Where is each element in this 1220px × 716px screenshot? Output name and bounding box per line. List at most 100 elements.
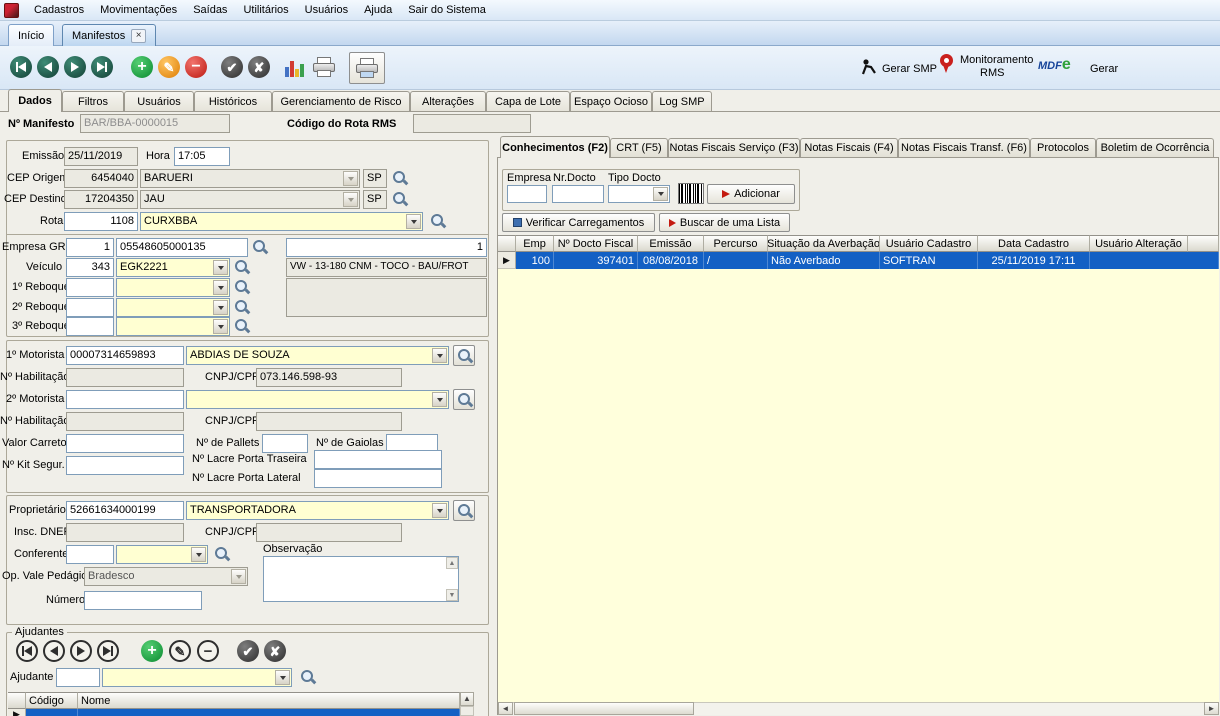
tab-espaco-ocioso[interactable]: Espaço Ocioso (570, 91, 652, 111)
ajudante-edit-button[interactable]: ✎ (169, 640, 191, 662)
reboque2-combo[interactable] (116, 298, 230, 317)
proprietario-codigo-field[interactable]: 52661634000199 (66, 501, 184, 520)
menu-item-cadastros[interactable]: Cadastros (26, 1, 92, 19)
ajudante-codigo-field[interactable] (56, 668, 100, 687)
menu-item-usuarios[interactable]: Usuários (297, 1, 356, 19)
proprietario-combo[interactable]: TRANSPORTADORA (186, 501, 449, 520)
lacre-lateral-field[interactable] (314, 469, 442, 488)
chevron-down-icon[interactable] (213, 300, 228, 315)
menu-item-sair[interactable]: Sair do Sistema (400, 1, 494, 19)
tab-inicio[interactable]: Início (8, 24, 55, 46)
destino-cidade-combo[interactable]: JAU (140, 190, 360, 209)
pallets-field[interactable] (262, 434, 308, 453)
tipo-docto-combo[interactable] (608, 185, 670, 203)
close-icon[interactable]: × (131, 28, 147, 43)
chevron-down-icon[interactable] (432, 503, 447, 518)
cep-destino-field[interactable]: 17204350 (64, 190, 138, 209)
reboque1-codigo-field[interactable] (66, 278, 114, 297)
ajudante-nav-first-button[interactable] (16, 640, 38, 662)
vale-pedagio-combo[interactable]: Bradesco (84, 567, 248, 586)
tab-crt[interactable]: CRT (F5) (610, 138, 668, 157)
ajudantes-grid-scroll-up[interactable]: ▲ (460, 692, 474, 706)
lacre-traseira-field[interactable] (314, 450, 442, 469)
proprietario-search-button[interactable] (453, 500, 475, 521)
buscar-lista-button[interactable]: Buscar de uma Lista (659, 213, 790, 232)
reboque2-search-icon[interactable] (234, 299, 250, 315)
destino-search-icon[interactable] (392, 191, 408, 207)
chevron-down-icon[interactable] (275, 670, 290, 685)
ajudante-delete-button[interactable]: − (197, 640, 219, 662)
kit-segur-field[interactable] (66, 456, 184, 475)
rota-rms-field[interactable] (413, 114, 531, 133)
gerar-smp-button[interactable]: Gerar SMP (882, 63, 937, 75)
print-preview-button[interactable] (349, 52, 385, 84)
tab-manifestos[interactable]: Manifestos × (62, 24, 157, 46)
ajudante-confirm-button[interactable]: ✔ (237, 640, 259, 662)
motorista2-search-button[interactable] (453, 389, 475, 410)
scroll-left-icon[interactable]: ◄ (498, 702, 513, 715)
ajudante-nav-last-button[interactable] (97, 640, 119, 662)
empresa-gris-nome-field[interactable]: 1 (286, 238, 487, 257)
grid-col-emissao[interactable]: Emissão (638, 235, 704, 252)
ajudante-nav-prev-button[interactable] (43, 640, 65, 662)
emissao-field[interactable]: 25/11/2019 (64, 147, 138, 166)
conferente-codigo-field[interactable] (66, 545, 114, 564)
hora-field[interactable]: 17:05 (174, 147, 230, 166)
ajudante-cancel-button[interactable]: ✘ (264, 640, 286, 662)
habilitacao1-field[interactable] (66, 368, 184, 387)
ajudante-add-button[interactable]: + (141, 640, 163, 662)
cell-emissao[interactable]: 08/08/2018 (638, 252, 704, 269)
ajudante-search-icon[interactable] (300, 669, 316, 685)
nav-prev-button[interactable] (37, 56, 59, 78)
tab-alteracoes[interactable]: Alterações (410, 91, 486, 111)
cep-origem-field[interactable]: 6454040 (64, 169, 138, 188)
chevron-down-icon[interactable] (653, 187, 668, 201)
tab-boletim[interactable]: Boletim de Ocorrência (1096, 138, 1214, 157)
motorista1-codigo-field[interactable]: 00007314659893 (66, 346, 184, 365)
reboque2-codigo-field[interactable] (66, 298, 114, 317)
ajudante-nav-next-button[interactable] (70, 640, 92, 662)
menu-item-ajuda[interactable]: Ajuda (356, 1, 400, 19)
chevron-down-icon[interactable] (432, 392, 447, 407)
empresa-field[interactable] (507, 185, 547, 203)
ajudantes-grid-col-codigo[interactable]: Código (26, 692, 78, 709)
conferente-combo[interactable] (116, 545, 208, 564)
confirm-button[interactable]: ✔ (221, 56, 243, 78)
grid-col-usuario-alteracao[interactable]: Usuário Alteração (1090, 235, 1188, 252)
scroll-up-icon[interactable]: ▲ (446, 557, 458, 569)
tab-dados[interactable]: Dados (8, 89, 62, 112)
origem-cidade-combo[interactable]: BARUERI (140, 169, 360, 188)
adicionar-button[interactable]: Adicionar (707, 184, 795, 204)
nav-next-button[interactable] (64, 56, 86, 78)
reboque3-search-icon[interactable] (234, 318, 250, 334)
insc-dner-field[interactable] (66, 523, 184, 542)
ajudante-combo[interactable] (102, 668, 292, 687)
motorista2-codigo-field[interactable] (66, 390, 184, 409)
cancel-button[interactable]: ✘ (248, 56, 270, 78)
chevron-down-icon[interactable] (406, 214, 421, 229)
grid-col-situacao[interactable]: Situação da Averbação (768, 235, 880, 252)
manifesto-field[interactable]: BAR/BBA-0000015 (80, 114, 230, 133)
proprietario-cpf-field[interactable] (256, 523, 402, 542)
motorista1-search-button[interactable] (453, 345, 475, 366)
origem-search-icon[interactable] (392, 170, 408, 186)
empresa-gris-cnpj-field[interactable]: 05548605000135 (116, 238, 248, 257)
motorista2-cpf-field[interactable] (256, 412, 402, 431)
reboque3-codigo-field[interactable] (66, 317, 114, 336)
cell-docto[interactable]: 397401 (554, 252, 638, 269)
destino-uf-field[interactable]: SP (363, 190, 387, 209)
grid-col-emp[interactable]: Emp (516, 235, 554, 252)
motorista1-combo[interactable]: ABDIAS DE SOUZA (186, 346, 449, 365)
menu-item-saidas[interactable]: Saídas (185, 1, 235, 19)
nr-docto-field[interactable] (552, 185, 604, 203)
tab-log-smp[interactable]: Log SMP (652, 91, 712, 111)
edit-button[interactable]: ✎ (158, 56, 180, 78)
mdfe-gerar-button[interactable]: Gerar (1090, 63, 1118, 75)
cell-emp[interactable]: 100 (516, 252, 554, 269)
ajudantes-selected-row-codigo[interactable] (26, 709, 78, 716)
cell-usuario-alteracao[interactable] (1090, 252, 1219, 269)
veiculo-search-icon[interactable] (234, 259, 250, 275)
habilitacao2-field[interactable] (66, 412, 184, 431)
chevron-down-icon[interactable] (213, 260, 228, 275)
chevron-down-icon[interactable] (432, 348, 447, 363)
